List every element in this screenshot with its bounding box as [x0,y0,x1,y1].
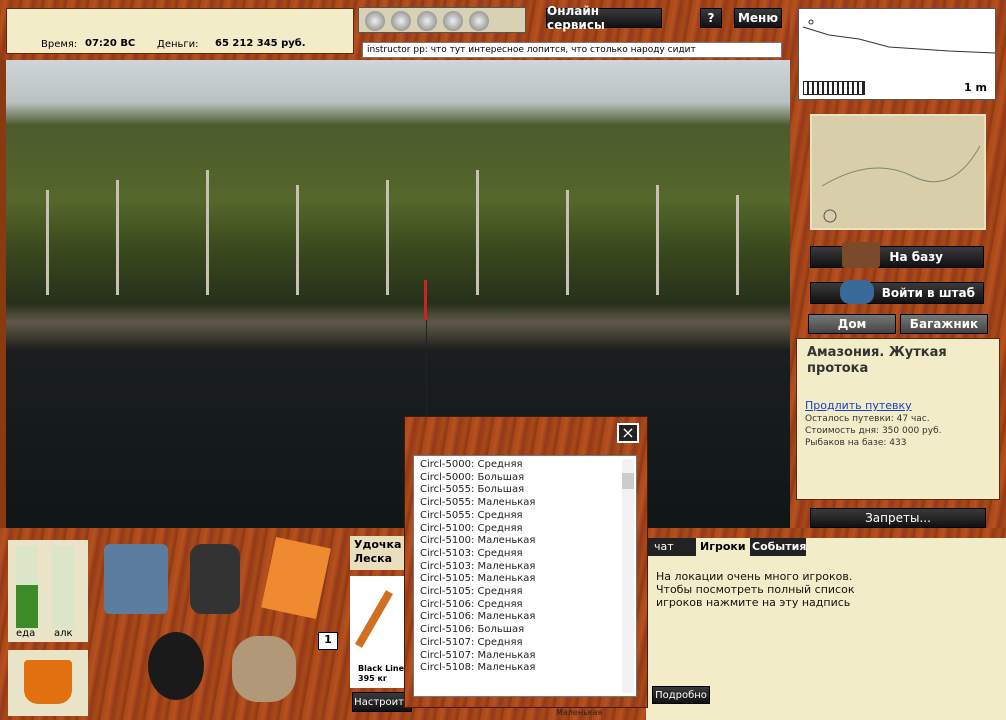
alc-bar [52,546,74,628]
lure-icon[interactable] [391,11,411,31]
fish-list-box: Circl-5000: Средняя Circl-5000: Большая Ci… [413,455,637,697]
location-map[interactable] [810,114,986,230]
to-base-label: На базу [889,250,943,264]
lure-icon[interactable] [469,11,489,31]
bucket-slot[interactable] [8,650,88,716]
fish-list-item[interactable]: Circl-5106: Маленькая [420,611,636,624]
count-badge: 1 [318,632,338,650]
fish-list-item[interactable]: Circl-5100: Средняя [420,523,636,536]
lure-icon[interactable] [365,11,385,31]
money-label: Деньги: [157,39,199,50]
players-message[interactable]: На локации очень много игроков. Чтобы по… [656,570,856,609]
extend-permit-link[interactable]: Продлить путевку [805,399,912,412]
depth-value: 1 m [964,81,987,94]
line-name: Black Line [358,664,405,673]
chat-ticker: instructor pp: что тут интересное лопитс… [362,42,782,58]
settings-button[interactable]: Настроить [352,692,412,712]
rod-slot[interactable]: Black Line 395 кг [350,576,410,688]
rod-tabs: Удочка Леска [350,536,410,570]
enter-hq-label: Войти в штаб [881,286,975,300]
fish-list-item[interactable]: Circl-5055: Большая [420,484,636,497]
lure-icon[interactable] [417,11,437,31]
house-icon [842,242,880,268]
location-panel: Амазония. Жуткая протока Продлить путевк… [796,338,1000,500]
bans-button[interactable]: Запреты... [810,508,986,528]
tab-events[interactable]: События [752,540,806,553]
sack-icon[interactable] [232,636,296,702]
fish-list-item[interactable]: Circl-5103: Средняя [420,548,636,561]
time-label: Время: [41,39,78,50]
day-cost: Стоимость дня: 350 000 руб. [805,426,942,436]
tab-line[interactable]: Леска [354,552,406,566]
bucket-icon [24,660,72,704]
line-weight: 395 кг [358,674,388,683]
online-services-button[interactable]: Онлайн сервисы [546,4,662,32]
fish-list-item[interactable]: Circl-5055: Средняя [420,510,636,523]
food-label: еда [16,628,36,639]
bottom-cut-text: Маленькая [556,708,603,717]
fish-list-item[interactable]: Circl-5106: Средняя [420,599,636,612]
fish-list-item[interactable]: Circl-5000: Средняя [420,459,636,472]
scrollbar[interactable] [622,459,634,693]
pot-icon[interactable] [148,632,204,700]
anglers-count: Рыбаков на базе: 433 [805,438,907,448]
depth-profile [802,19,996,54]
close-button[interactable]: × [617,423,639,443]
trunk-button[interactable]: Багажник [900,314,988,334]
fish-list-popup: × Circl-5000: Средняя Circl-5000: Большая… [404,416,648,708]
fish-list-item[interactable]: Circl-5103: Маленькая [420,561,636,574]
tab-chat[interactable]: чат [654,540,674,553]
fish-list-item[interactable]: Circl-5105: Маленькая [420,573,636,586]
lure-icon[interactable] [443,11,463,31]
enter-hq-button[interactable]: Войти в штаб [810,282,984,304]
status-panel: Время: 07:20 ВС Деньги: 65 212 345 руб. [6,8,354,54]
fishing-line [426,320,427,420]
food-bar [16,546,38,628]
home-button[interactable]: Дом [808,314,896,334]
backpack-icon[interactable] [190,544,240,614]
float-icon [424,280,427,320]
fishing-scene[interactable] [6,60,790,528]
people-icon [840,280,874,304]
menu-button[interactable]: Меню [734,8,782,28]
fish-list-item[interactable]: Circl-5106: Большая [420,624,636,637]
trunk-label: Багажник [909,317,979,331]
alc-label: алк [54,628,73,639]
needs-panel: еда алк [8,540,88,642]
money-value: 65 212 345 руб. [215,38,306,49]
tab-rod[interactable]: Удочка [354,538,406,552]
location-title: Амазония. Жуткая протока [807,345,947,376]
fish-list-item[interactable]: Circl-5100: Маленькая [420,535,636,548]
home-label: Дом [837,317,867,331]
fish-list-item[interactable]: Circl-5055: Маленькая [420,497,636,510]
tackle-box-icon[interactable] [104,544,168,614]
fish-list-item[interactable]: Circl-5107: Средняя [420,637,636,650]
to-base-button[interactable]: На базу [810,246,984,268]
depth-panel: 1 m [798,8,996,100]
details-button[interactable]: Подробно [652,686,710,704]
social-panel: чат Игроки События На локации очень мног… [646,538,1006,720]
tab-players[interactable]: Игроки [696,538,750,556]
time-value: 07:20 ВС [85,38,136,49]
days-left: Осталось путевки: 47 час. [805,414,930,424]
fish-list-item[interactable]: Circl-5107: Маленькая [420,650,636,663]
fish-list-item[interactable]: Circl-5105: Средняя [420,586,636,599]
lure-slots [358,7,526,33]
compass-icon [823,209,837,223]
fish-list-item[interactable]: Circl-5108: Маленькая [420,662,636,675]
depth-meter [803,81,865,95]
fish-list-item[interactable]: Circl-5000: Большая [420,472,636,485]
fish-list: Circl-5000: Средняя Circl-5000: Большая Ci… [414,456,636,675]
help-button[interactable]: ? [700,8,722,28]
rod-icon [355,590,393,648]
